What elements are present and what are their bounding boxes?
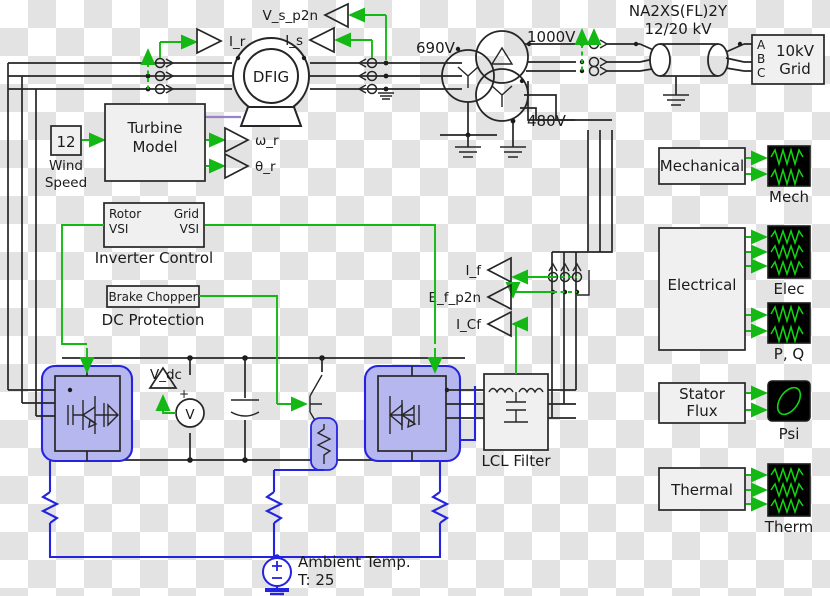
scope-block-label-flux-1: Stator [679,385,726,403]
control-rotor-vsi-1: Rotor [109,207,141,221]
filter-measurements: I_f E_f_p2n I_Cf [429,256,553,352]
label-cable-type: NA2XS(FL)2Y [629,2,728,20]
label-cable-rating: 12/20 kV [645,20,713,38]
filter-current-sensors [547,262,590,296]
grid-label-1: 10kV [776,42,815,60]
dc-protection-block[interactable]: Brake Chopper DC Protection [102,285,205,329]
scope-block-label-flux-2: Flux [686,402,717,420]
wind-speed-label-2: Speed [45,175,87,191]
control-rotor-vsi-2: VSI [109,222,128,236]
grid-phase-c: C [757,66,765,80]
inverter-control-caption: Inverter Control [95,249,213,267]
grid-label-2: Grid [779,60,810,78]
dfig-label: DFIG [253,68,289,86]
scope-block-label-thermal: Thermal [670,481,733,499]
scope-name-mech: Mech [769,188,809,206]
label-v-s-p2n: V_s_p2n [263,8,318,24]
scope-name-elec: Elec [773,280,804,298]
label-omega-r: ω_r [255,133,279,149]
label-voltage-480: 480V [527,112,567,130]
scope-block-label-electrical: Electrical [668,276,737,294]
control-grid-vsi-2: VSI [180,222,199,236]
wind-speed-label-1: Wind [49,158,83,174]
medium-voltage-cable: NA2XS(FL)2Y 12/20 kV [607,2,755,106]
wind-speed-source[interactable]: 12 Wind Speed [45,125,106,191]
schematic-drawing: I_r DFIG I_s V_s_p2n 690V 1000V 480V NA2… [7,2,825,596]
lcl-filter-caption: LCL Filter [481,452,551,470]
schematic-canvas: I_r DFIG I_s V_s_p2n 690V 1000V 480V NA2… [0,0,830,596]
label-i-cf: I_Cf [456,317,482,333]
voltmeter-plus-sign: + [179,387,189,401]
scope-group-mechanical[interactable]: Mechanical Mech [658,145,811,206]
label-i-s: I_s [285,33,303,49]
lcl-filter-block[interactable]: LCL Filter [481,352,576,470]
turbine-label-2: Model [132,138,177,156]
scope-group-thermal[interactable]: Thermal Therm [658,463,813,536]
voltmeter-symbol: V [185,407,195,423]
control-grid-vsi-1: Grid [174,207,199,221]
label-voltage-690: 690V [416,39,456,57]
grid-source-block[interactable]: A B C 10kV Grid [751,34,825,85]
turbine-outputs: ω_r θ_r [206,126,279,180]
ambient-temp-value: T: 25 [297,571,334,589]
dc-protection-caption: DC Protection [102,311,205,329]
scope-block-label-mechanical: Mechanical [660,157,744,175]
scope-group-electrical[interactable]: Electrical Elec P, Q [658,225,811,363]
label-v-dc: V_dc [150,367,182,383]
label-i-r: I_r [229,34,246,50]
ambient-temp-label: Ambient Temp. [298,553,411,571]
turbine-label-1: Turbine [127,119,183,137]
scope-name-therm: Therm [764,518,813,536]
grid-current-sensors [574,28,609,77]
brake-chopper-circuit [199,295,338,471]
stator-current-sensors [357,57,394,100]
measurement-i-r: I_r [159,27,246,58]
wind-speed-value: 12 [56,133,75,151]
scope-name-psi: Psi [779,425,800,443]
label-theta-r: θ_r [255,159,276,175]
dfig-machine: DFIG [232,37,310,127]
grid-side-converter[interactable] [363,348,488,463]
inverter-control-block[interactable]: Rotor VSI Grid VSI Inverter Control [95,202,213,267]
scope-group-stator-flux[interactable]: Stator Flux Psi [658,380,811,443]
dc-voltage-sensor: V + V_dc [148,366,205,428]
label-i-f: I_f [466,263,483,279]
brake-chopper-label: Brake Chopper [108,290,197,304]
turbine-model-block[interactable]: Turbine Model [104,103,206,182]
label-voltage-1000: 1000V [527,28,576,46]
rotor-feedback-bus [7,63,37,416]
grid-phase-a: A [757,38,766,52]
label-e-f-p2n: E_f_p2n [429,290,482,306]
grid-phase-b: B [757,52,765,66]
rotor-side-converter[interactable] [8,348,134,463]
scope-name-pq: P, Q [774,345,804,363]
